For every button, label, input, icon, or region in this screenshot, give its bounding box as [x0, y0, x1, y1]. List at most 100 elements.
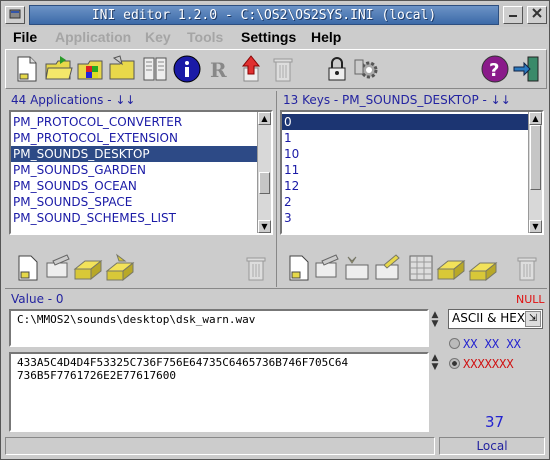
copy-key-button[interactable] — [436, 253, 466, 283]
menu-key[interactable]: Key — [145, 29, 171, 45]
list-item-selected[interactable]: PM_SOUNDS_DESKTOP — [11, 146, 257, 162]
copy-icon — [436, 259, 466, 281]
svg-text:R: R — [210, 58, 227, 82]
list-item[interactable]: 1 — [282, 130, 528, 146]
scroll-thumb[interactable] — [259, 172, 270, 194]
list-item[interactable]: 2 — [282, 194, 528, 210]
scroll-up-icon[interactable]: ▲ — [529, 112, 542, 125]
scroll-down-icon[interactable]: ▼ — [529, 220, 542, 233]
close-button[interactable] — [527, 6, 547, 24]
new-value-button[interactable] — [342, 253, 372, 283]
delete-button[interactable] — [268, 54, 298, 84]
list-item[interactable]: 3 — [282, 210, 528, 226]
list-item[interactable]: 11 — [282, 162, 528, 178]
status-bar: Local — [5, 437, 547, 457]
list-item[interactable]: 10 — [282, 146, 528, 162]
copy-icon — [73, 259, 103, 281]
delete-application-button[interactable] — [241, 253, 271, 283]
exit-button[interactable] — [512, 54, 542, 84]
keys-toolbar — [280, 251, 544, 287]
menu-application[interactable]: Application — [55, 29, 131, 45]
help-button[interactable]: ? — [480, 54, 510, 84]
edit-key-button[interactable] — [312, 253, 342, 283]
open-user-ini-button[interactable] — [108, 54, 138, 84]
edit-value-icon — [375, 254, 400, 280]
radio-raw-format[interactable]: XXXXXXX — [449, 357, 514, 373]
keys-list[interactable]: 0 1 10 11 12 2 3 ▲ ▼ — [280, 110, 544, 235]
system-folder-icon — [77, 60, 103, 80]
title-bar: INI editor 1.2.0 - C:\OS2\OS2SYS.INI (lo… — [3, 3, 549, 27]
pane-splitter[interactable] — [276, 91, 277, 287]
grid-icon — [409, 255, 433, 281]
open-system-ini-button[interactable] — [76, 54, 106, 84]
list-item[interactable]: 12 — [282, 178, 528, 194]
new-value-icon — [345, 256, 369, 280]
edit-application-button[interactable] — [43, 253, 73, 283]
move-key-button[interactable] — [468, 253, 498, 283]
list-item[interactable]: PM_SOUNDS_SPACE — [11, 194, 257, 210]
keys-scrollbar[interactable]: ▲ ▼ — [528, 112, 542, 233]
menu-tools[interactable]: Tools — [187, 29, 223, 45]
applications-toolbar — [9, 251, 273, 287]
add-application-button[interactable] — [13, 253, 43, 283]
menu-file[interactable]: File — [13, 29, 37, 45]
format-select[interactable]: ASCII & HEX ⇲ — [448, 309, 543, 329]
scroll-down-icon[interactable]: ▼ — [258, 220, 271, 233]
applications-scrollbar[interactable]: ▲ ▼ — [257, 112, 271, 233]
svg-text:?: ? — [489, 60, 499, 81]
upload-button[interactable] — [236, 54, 266, 84]
exit-icon — [513, 56, 539, 82]
scroll-thumb[interactable] — [530, 125, 541, 190]
info-button[interactable] — [172, 54, 202, 84]
dropdown-icon[interactable]: ⇲ — [525, 311, 541, 327]
edit-value-button[interactable] — [372, 253, 402, 283]
title-area[interactable]: INI editor 1.2.0 - C:\OS2\OS2SYS.INI (lo… — [29, 5, 499, 25]
status-mode: Local — [439, 437, 545, 455]
minimize-button[interactable] — [503, 6, 523, 24]
ascii-spin-icon[interactable]: ▲ ▼ — [429, 311, 441, 329]
new-ini-button[interactable] — [12, 54, 42, 84]
lock-button[interactable] — [322, 54, 352, 84]
ascii-value-field[interactable]: C:\MMOS2\sounds\desktop\dsk_warn.wav — [9, 309, 429, 347]
open-ini-button[interactable] — [44, 54, 74, 84]
keys-header: 13 Keys - PM_SOUNDS_DESKTOP - ↓↓ — [283, 93, 511, 107]
list-item[interactable]: PM_SOUNDS_OCEAN — [11, 178, 257, 194]
delete-key-button[interactable] — [512, 253, 542, 283]
edit-icon — [315, 254, 339, 278]
hex-value-field[interactable]: 433A5C4D4D4F53325C736F756E64735C6465736B… — [9, 352, 429, 432]
menu-settings[interactable]: Settings — [241, 29, 296, 45]
radio-icon — [449, 338, 460, 349]
compare-button[interactable] — [140, 54, 170, 84]
compare-icon — [143, 57, 167, 81]
system-menu-button[interactable] — [5, 6, 25, 24]
list-item-selected[interactable]: 0 — [282, 114, 528, 130]
applications-items: PM_PROTOCOL_CONVERTER PM_PROTOCOL_EXTENS… — [11, 114, 257, 226]
settings-button[interactable] — [352, 54, 382, 84]
add-key-button[interactable] — [284, 253, 314, 283]
list-item[interactable]: PM_PROTOCOL_CONVERTER — [11, 114, 257, 130]
move-icon — [468, 261, 498, 282]
edit-icon — [46, 254, 70, 278]
copy-application-button[interactable] — [73, 253, 103, 283]
rename-button[interactable]: R — [204, 54, 234, 84]
info-icon — [173, 55, 201, 83]
applications-list[interactable]: PM_PROTOCOL_CONVERTER PM_PROTOCOL_EXTENS… — [9, 110, 273, 235]
trash-icon — [246, 257, 266, 281]
move-application-button[interactable] — [105, 253, 135, 283]
rename-icon: R — [210, 58, 227, 82]
help-icon: ? — [481, 55, 509, 83]
hex-edit-button[interactable] — [406, 253, 436, 283]
status-message — [5, 437, 435, 455]
radio-selected-icon — [449, 358, 460, 369]
radio-hex-label: XX XX XX — [463, 337, 521, 351]
menu-help[interactable]: Help — [311, 29, 341, 45]
hex-spin-icon[interactable]: ▲ ▼ — [429, 354, 441, 372]
radio-hex-format[interactable]: XX XX XX — [449, 337, 521, 353]
upload-icon — [241, 55, 261, 82]
ini-editor-window: INI editor 1.2.0 - C:\OS2\OS2SYS.INI (lo… — [0, 0, 550, 460]
list-item[interactable]: PM_SOUND_SCHEMES_LIST — [11, 210, 257, 226]
list-item[interactable]: PM_PROTOCOL_EXTENSION — [11, 130, 257, 146]
list-item[interactable]: PM_SOUNDS_GARDEN — [11, 162, 257, 178]
scroll-up-icon[interactable]: ▲ — [258, 112, 271, 125]
value-separator — [5, 288, 547, 289]
